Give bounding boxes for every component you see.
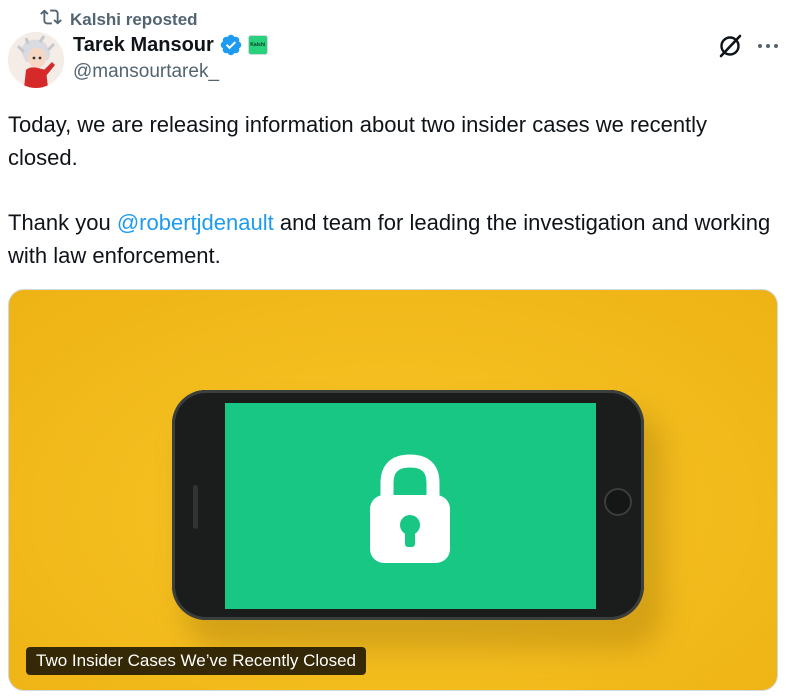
tweet-text: Today, we are releasing information abou… (8, 108, 778, 272)
phone-screen (225, 403, 596, 609)
author-handle[interactable]: @mansourtarek_ (73, 61, 219, 83)
mention-link[interactable]: @robertjdenault (117, 210, 274, 235)
phone-speaker (193, 485, 198, 529)
padlock-icon (365, 447, 455, 567)
repost-icon (40, 6, 62, 33)
tweet-paragraph-2: Thank you @robertjdenault and team for l… (8, 206, 778, 272)
media-caption[interactable]: Two Insider Cases We’ve Recently Closed (26, 647, 366, 675)
author-name[interactable]: Tarek Mansour (73, 34, 214, 57)
affiliate-label: Kalshi (250, 42, 266, 48)
phone-home-button (604, 488, 632, 516)
verified-badge-icon[interactable] (219, 33, 243, 57)
media-card[interactable]: Two Insider Cases We’ve Recently Closed (8, 289, 778, 691)
thanks-prefix: Thank you (8, 210, 117, 235)
repost-header[interactable]: Kalshi reposted (40, 6, 198, 33)
avatar[interactable] (8, 32, 64, 88)
grok-icon[interactable] (716, 32, 744, 60)
affiliate-badge[interactable]: Kalshi (247, 35, 268, 55)
repost-label: Kalshi reposted (70, 9, 198, 29)
more-options-icon[interactable] (754, 34, 782, 58)
phone-image (172, 390, 644, 620)
tweet-paragraph-1: Today, we are releasing information abou… (8, 112, 708, 170)
